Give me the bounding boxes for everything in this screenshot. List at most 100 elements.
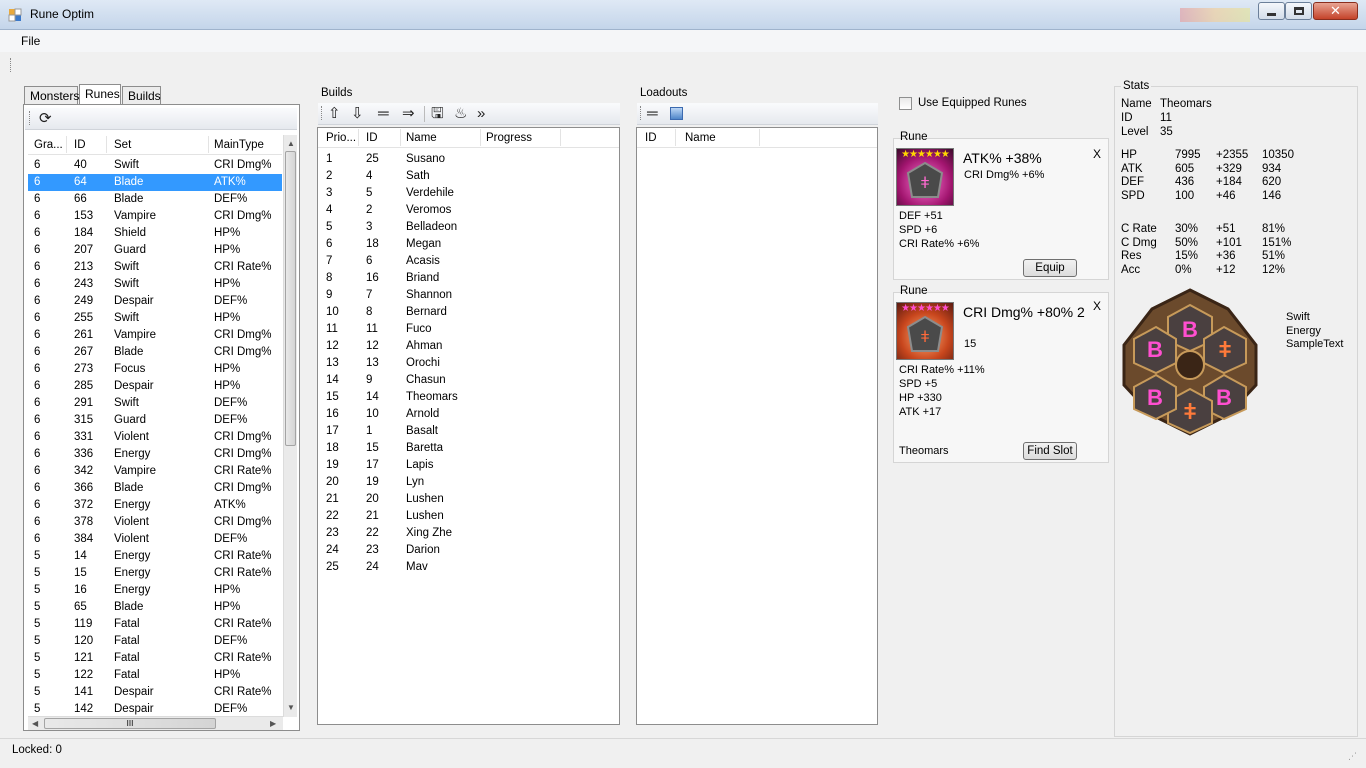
double-chevron-icon[interactable]: »	[477, 105, 485, 123]
table-row[interactable]: 6 384 Violent DEF%	[28, 531, 282, 548]
maximize-button[interactable]	[1285, 2, 1312, 20]
table-row[interactable]: 6 261 Vampire CRI Dmg%	[28, 327, 282, 344]
table-row[interactable]: 17 1 Basalt	[318, 423, 619, 440]
table-row[interactable]: 6 315 Guard DEF%	[28, 412, 282, 429]
table-row[interactable]: 5 3 Belladeon	[318, 219, 619, 236]
scroll-right-icon[interactable]: ▶	[270, 719, 276, 728]
table-row[interactable]: 24 23 Darion	[318, 542, 619, 559]
table-row[interactable]: 21 20 Lushen	[318, 491, 619, 508]
hscroll-thumb[interactable]: III	[44, 718, 216, 729]
scroll-down-icon[interactable]: ▼	[287, 703, 295, 712]
table-row[interactable]: 6 372 Energy ATK%	[28, 497, 282, 514]
table-row[interactable]: 12 12 Ahman	[318, 338, 619, 355]
refresh-icon[interactable]: ⟳	[39, 110, 52, 128]
table-row[interactable]: 5 122 Fatal HP%	[28, 667, 282, 684]
table-row[interactable]: 5 141 Despair CRI Rate%	[28, 684, 282, 701]
scroll-thumb[interactable]	[285, 151, 296, 446]
col-loadout-name[interactable]: Name	[685, 132, 716, 144]
table-row[interactable]: 5 65 Blade HP%	[28, 599, 282, 616]
table-row[interactable]: 6 285 Despair HP%	[28, 378, 282, 395]
table-row[interactable]: 9 7 Shannon	[318, 287, 619, 304]
move-down-icon[interactable]: ⇩	[351, 105, 364, 123]
rune2-close-icon[interactable]: X	[1093, 299, 1101, 313]
move-up-icon[interactable]: ⇧	[328, 105, 341, 123]
runes-vscrollbar[interactable]: ▲ ▼	[283, 135, 297, 717]
equals-icon[interactable]: ═	[647, 105, 658, 123]
table-row[interactable]: 5 120 Fatal DEF%	[28, 633, 282, 650]
tab-builds[interactable]: Builds	[122, 86, 161, 104]
table-row[interactable]: 6 184 Shield HP%	[28, 225, 282, 242]
table-row[interactable]: 6 291 Swift DEF%	[28, 395, 282, 412]
table-row[interactable]: 5 16 Energy HP%	[28, 582, 282, 599]
table-row[interactable]: 19 17 Lapis	[318, 457, 619, 474]
table-row[interactable]: 5 15 Energy CRI Rate%	[28, 565, 282, 582]
table-row[interactable]: 6 40 Swift CRI Dmg%	[28, 157, 282, 174]
table-row[interactable]: 5 14 Energy CRI Rate%	[28, 548, 282, 565]
table-row[interactable]: 6 66 Blade DEF%	[28, 191, 282, 208]
table-row[interactable]: 5 119 Fatal CRI Rate%	[28, 616, 282, 633]
runes-hscrollbar[interactable]: ◀ III ▶	[28, 716, 283, 730]
table-row[interactable]: 11 11 Fuco	[318, 321, 619, 338]
table-row[interactable]: 5 142 Despair DEF%	[28, 701, 282, 715]
toolstrip-grip[interactable]	[10, 58, 13, 72]
col-loadout-id[interactable]: ID	[645, 132, 657, 144]
table-row[interactable]: 6 366 Blade CRI Dmg%	[28, 480, 282, 497]
tab-runes[interactable]: Runes	[79, 84, 121, 105]
table-row[interactable]: 20 19 Lyn	[318, 474, 619, 491]
use-equipped-label[interactable]: Use Equipped Runes	[918, 97, 1027, 109]
table-row[interactable]: 18 15 Baretta	[318, 440, 619, 457]
col-build-name[interactable]: Name	[406, 132, 437, 144]
image-icon[interactable]	[670, 107, 683, 120]
table-row[interactable]: 6 378 Violent CRI Dmg%	[28, 514, 282, 531]
table-row[interactable]: 8 16 Briand	[318, 270, 619, 287]
table-row[interactable]: 4 2 Veromos	[318, 202, 619, 219]
table-row[interactable]: 16 10 Arnold	[318, 406, 619, 423]
find-slot-button[interactable]: Find Slot	[1023, 442, 1077, 460]
col-grade[interactable]: Gra...	[34, 139, 63, 151]
table-row[interactable]: 6 243 Swift HP%	[28, 276, 282, 293]
table-row[interactable]: 25 24 Mav	[318, 559, 619, 576]
close-window-button[interactable]: ✕	[1313, 2, 1358, 20]
table-row[interactable]: 10 8 Bernard	[318, 304, 619, 321]
table-row[interactable]: 23 22 Xing Zhe	[318, 525, 619, 542]
table-row[interactable]: 6 255 Swift HP%	[28, 310, 282, 327]
tab-monsters[interactable]: Monsters	[24, 86, 79, 104]
menu-file[interactable]: File	[21, 34, 40, 48]
table-row[interactable]: 6 18 Megan	[318, 236, 619, 253]
table-row[interactable]: 7 6 Acasis	[318, 253, 619, 270]
table-row[interactable]: 6 267 Blade CRI Dmg%	[28, 344, 282, 361]
col-id[interactable]: ID	[74, 139, 86, 151]
table-row[interactable]: 6 153 Vampire CRI Dmg%	[28, 208, 282, 225]
equals-icon[interactable]: ═	[378, 105, 389, 123]
table-row[interactable]: 2 4 Sath	[318, 168, 619, 185]
scroll-up-icon[interactable]: ▲	[287, 139, 295, 148]
table-row[interactable]: 14 9 Chasun	[318, 372, 619, 389]
col-build-id[interactable]: ID	[366, 132, 378, 144]
col-maintype[interactable]: MainType	[214, 139, 264, 151]
table-row[interactable]: 6 213 Swift CRI Rate%	[28, 259, 282, 276]
table-row[interactable]: 22 21 Lushen	[318, 508, 619, 525]
minimize-button[interactable]	[1258, 2, 1285, 20]
rune1-close-icon[interactable]: X	[1093, 147, 1101, 161]
table-row[interactable]: 6 207 Guard HP%	[28, 242, 282, 259]
resize-grip-icon[interactable]: ⋰	[1348, 751, 1357, 762]
col-priority[interactable]: Prio...	[326, 132, 356, 144]
table-row[interactable]: 6 331 Violent CRI Dmg%	[28, 429, 282, 446]
save-icon[interactable]: 🖫	[431, 105, 444, 123]
table-row[interactable]: 6 342 Vampire CRI Rate%	[28, 463, 282, 480]
use-equipped-checkbox[interactable]	[899, 97, 912, 110]
table-row[interactable]: 6 273 Focus HP%	[28, 361, 282, 378]
col-progress[interactable]: Progress	[486, 132, 532, 144]
table-row[interactable]: 3 5 Verdehile	[318, 185, 619, 202]
table-row[interactable]: 1 25 Susano	[318, 151, 619, 168]
table-row[interactable]: 6 249 Despair DEF%	[28, 293, 282, 310]
table-row[interactable]: 5 121 Fatal CRI Rate%	[28, 650, 282, 667]
table-row[interactable]: 15 14 Theomars	[318, 389, 619, 406]
scroll-left-icon[interactable]: ◀	[32, 719, 38, 728]
table-row[interactable]: 13 13 Orochi	[318, 355, 619, 372]
fire-icon[interactable]: ♨	[454, 105, 467, 123]
table-row[interactable]: 6 64 Blade ATK%	[28, 174, 282, 191]
equip-button[interactable]: Equip	[1023, 259, 1077, 277]
col-set[interactable]: Set	[114, 139, 131, 151]
arrow-right-icon[interactable]: ⇒	[402, 105, 415, 123]
